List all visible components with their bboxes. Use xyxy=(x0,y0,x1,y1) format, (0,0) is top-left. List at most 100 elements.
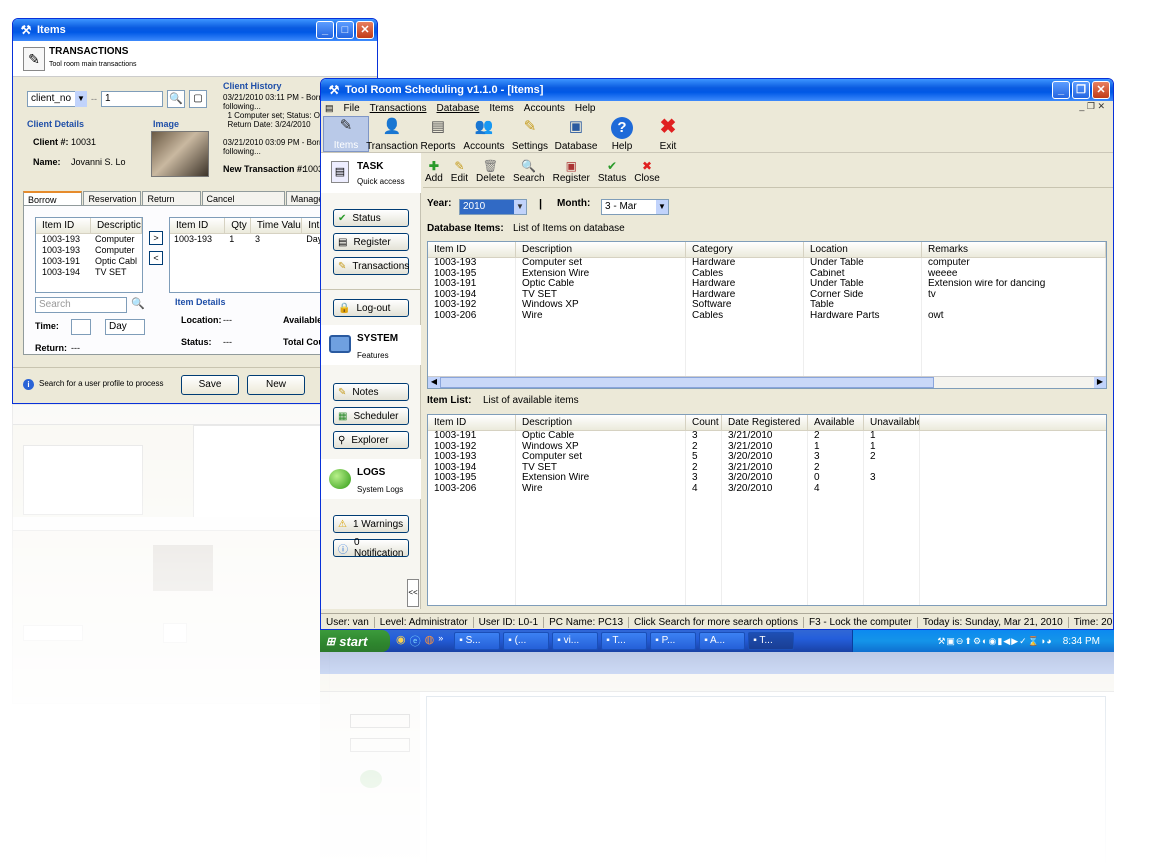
magnifier-icon[interactable]: 🔍 xyxy=(131,297,145,310)
ie-icon[interactable]: ⓔ xyxy=(410,633,421,649)
column-header[interactable]: Description xyxy=(516,415,686,430)
minimize-button[interactable]: _ xyxy=(1052,81,1070,99)
firefox-icon[interactable]: ◍ xyxy=(425,633,435,649)
table-row[interactable]: 1003-193 1 3 Day xyxy=(170,234,322,245)
table-row[interactable]: 1003-191 Optic Cable Hardware Under Table Ex… xyxy=(428,279,1106,290)
item-list-grid[interactable]: Item ID Description Count Date Registered Av… xyxy=(427,414,1107,606)
restore-button[interactable]: ❐ xyxy=(1072,81,1090,99)
explorer-button[interactable]: ⚲ Explorer xyxy=(333,431,409,449)
notification-button[interactable]: ⓘ 0 Notification xyxy=(333,537,409,559)
table-row[interactable]: 1003-193 Computer xyxy=(36,234,142,245)
column-header[interactable]: Unavailable xyxy=(864,415,920,430)
menu-file[interactable]: File xyxy=(344,103,360,114)
time-input[interactable] xyxy=(71,319,91,335)
menu-help[interactable]: Help xyxy=(575,103,596,114)
more-icon[interactable]: » xyxy=(438,633,443,649)
delete-button[interactable]: 🗑 Delete xyxy=(476,159,505,184)
minimize-button[interactable]: _ xyxy=(316,21,334,39)
close-button[interactable]: ✕ xyxy=(356,21,374,39)
chevron-down-icon[interactable]: ▼ xyxy=(656,200,668,214)
main-titlebar[interactable]: ⚒ Tool Room Scheduling v1.1.0 - [Items] … xyxy=(321,79,1113,101)
column-header[interactable]: Location xyxy=(804,242,922,257)
toolbar-help[interactable]: ? Help xyxy=(599,117,645,152)
table-row[interactable]: 1003-191 Optic Cable 3 3/21/2010 2 1 xyxy=(428,431,1106,442)
time-unit-select[interactable]: Day xyxy=(105,319,145,335)
database-items-grid[interactable]: Item ID Description Category Location Remark… xyxy=(427,241,1107,389)
taskbar-button[interactable]: ▪ A... xyxy=(699,632,746,650)
scroll-thumb[interactable] xyxy=(440,377,934,388)
column-header[interactable]: Description xyxy=(516,242,686,257)
search-button[interactable]: 🔍 xyxy=(167,90,185,108)
table-row[interactable]: 1003-195 Extension Wire 3 3/20/2010 0 3 xyxy=(428,473,1106,484)
borrow-items-grid[interactable]: Item ID Descriptic 1003-193 Computer 1003-1… xyxy=(35,217,143,293)
warnings-button[interactable]: ⚠ 1 Warnings xyxy=(333,515,409,533)
taskbar-button[interactable]: ▪ S... xyxy=(454,632,501,650)
item-search-input[interactable]: Search xyxy=(35,297,127,313)
add-button[interactable]: ✚ Add xyxy=(425,159,443,184)
table-row[interactable]: 1003-192 Windows XP 2 3/21/2010 1 1 xyxy=(428,441,1106,452)
table-row[interactable]: 1003-194 TV SET 2 3/21/2010 2 xyxy=(428,462,1106,473)
status-tool-button[interactable]: ✔ Status xyxy=(598,159,626,184)
logout-button[interactable]: 🔒 Log-out xyxy=(333,299,409,317)
toolbar-reports[interactable]: ▤ Reports xyxy=(415,115,461,152)
table-row[interactable]: 1003-193 Computer set Hardware Under Table c… xyxy=(428,258,1106,269)
taskbar-button[interactable]: ▪ P... xyxy=(650,632,697,650)
start-button[interactable]: ⊞ start xyxy=(320,630,390,652)
close-button[interactable]: ✕ xyxy=(1092,81,1110,99)
table-row[interactable]: 1003-194 TV SET xyxy=(36,267,142,278)
column-header[interactable]: Count xyxy=(686,415,722,430)
selected-items-grid[interactable]: Item ID Qty Time Value Int 1003-193 1 3 Day xyxy=(169,217,323,293)
toolbar-items[interactable]: ✎ Items xyxy=(323,116,369,152)
save-button[interactable]: Save xyxy=(181,375,239,395)
column-header[interactable]: Remarks xyxy=(922,242,1106,257)
register-tool-button[interactable]: ▣ Register xyxy=(553,159,590,184)
table-row[interactable]: 1003-193 Computer set 5 3/20/2010 3 2 xyxy=(428,452,1106,463)
scroll-right-button[interactable]: ▶ xyxy=(1094,377,1106,388)
chevron-down-icon[interactable]: ▼ xyxy=(75,91,87,107)
column-header[interactable]: Item ID xyxy=(428,242,516,257)
toolbar-transaction[interactable]: 👤 Transaction xyxy=(366,115,418,152)
maximize-button[interactable]: □ xyxy=(336,21,354,39)
table-row[interactable]: 1003-195 Extension Wire Cables Cabinet weeee xyxy=(428,268,1106,279)
search-button[interactable]: 🔍 Search xyxy=(513,159,545,184)
column-header[interactable]: Date Registered xyxy=(722,415,808,430)
edit-button[interactable]: ✎ Edit xyxy=(451,159,468,184)
client-search-input[interactable]: 1 xyxy=(101,91,163,107)
toolbar-accounts[interactable]: 👥 Accounts xyxy=(461,115,507,152)
column-header[interactable]: Item ID xyxy=(428,415,516,430)
scroll-left-button[interactable]: ◀ xyxy=(428,377,440,388)
taskbar-button[interactable]: ▪ vi... xyxy=(552,632,599,650)
taskbar-button[interactable]: ▪ (... xyxy=(503,632,550,650)
remove-arrow-button[interactable]: < xyxy=(149,251,163,265)
menu-accounts[interactable]: Accounts xyxy=(524,103,565,114)
menu-transactions[interactable]: Transactions xyxy=(370,103,427,114)
notes-button[interactable]: ✎ Notes xyxy=(333,383,409,401)
toolbar-database[interactable]: ▣ Database xyxy=(553,115,599,152)
scheduler-button[interactable]: ▦ Scheduler xyxy=(333,407,409,425)
table-row[interactable]: 1003-194 TV SET Hardware Corner Side tv xyxy=(428,289,1106,300)
menu-database[interactable]: Database xyxy=(437,103,480,114)
table-row[interactable]: 1003-206 Wire Cables Hardware Parts owt xyxy=(428,310,1106,321)
toolbar-exit[interactable]: ✖ Exit xyxy=(645,115,691,152)
menu-items[interactable]: Items xyxy=(489,103,513,114)
horizontal-scrollbar[interactable]: ◀ ▶ xyxy=(428,376,1106,388)
status-button[interactable]: ✔ Status xyxy=(333,209,409,227)
close-tool-button[interactable]: ✖ Close xyxy=(634,159,660,184)
browse-button[interactable]: ▢ xyxy=(189,90,207,108)
table-row[interactable]: 1003-191 Optic Cabl xyxy=(36,256,142,267)
column-header[interactable]: Available xyxy=(808,415,864,430)
table-row[interactable]: 1003-193 Computer xyxy=(36,245,142,256)
table-row[interactable]: 1003-206 Wire 4 3/20/2010 4 xyxy=(428,483,1106,494)
mdi-controls[interactable]: _ ❐ ✕ xyxy=(1079,101,1105,112)
transactions-button[interactable]: ✎ Transactions xyxy=(333,257,409,275)
items-titlebar[interactable]: ⚒ Items _ □ ✕ xyxy=(13,19,377,41)
taskbar-button[interactable]: ▪ T... xyxy=(601,632,648,650)
register-button[interactable]: ▤ Register xyxy=(333,233,409,251)
tray-icons[interactable]: ⚒▣⊖⬆⚙◐◉▮◀▶✓⌛◑◕ xyxy=(937,636,1052,647)
table-row[interactable]: 1003-192 Windows XP Software Table xyxy=(428,300,1106,311)
new-button[interactable]: New xyxy=(247,375,305,395)
collapse-button[interactable]: << xyxy=(407,579,419,607)
chrome-icon[interactable]: ◉ xyxy=(396,633,406,649)
toolbar-settings[interactable]: ✎ Settings xyxy=(507,115,553,152)
chevron-down-icon[interactable]: ▼ xyxy=(514,200,526,214)
